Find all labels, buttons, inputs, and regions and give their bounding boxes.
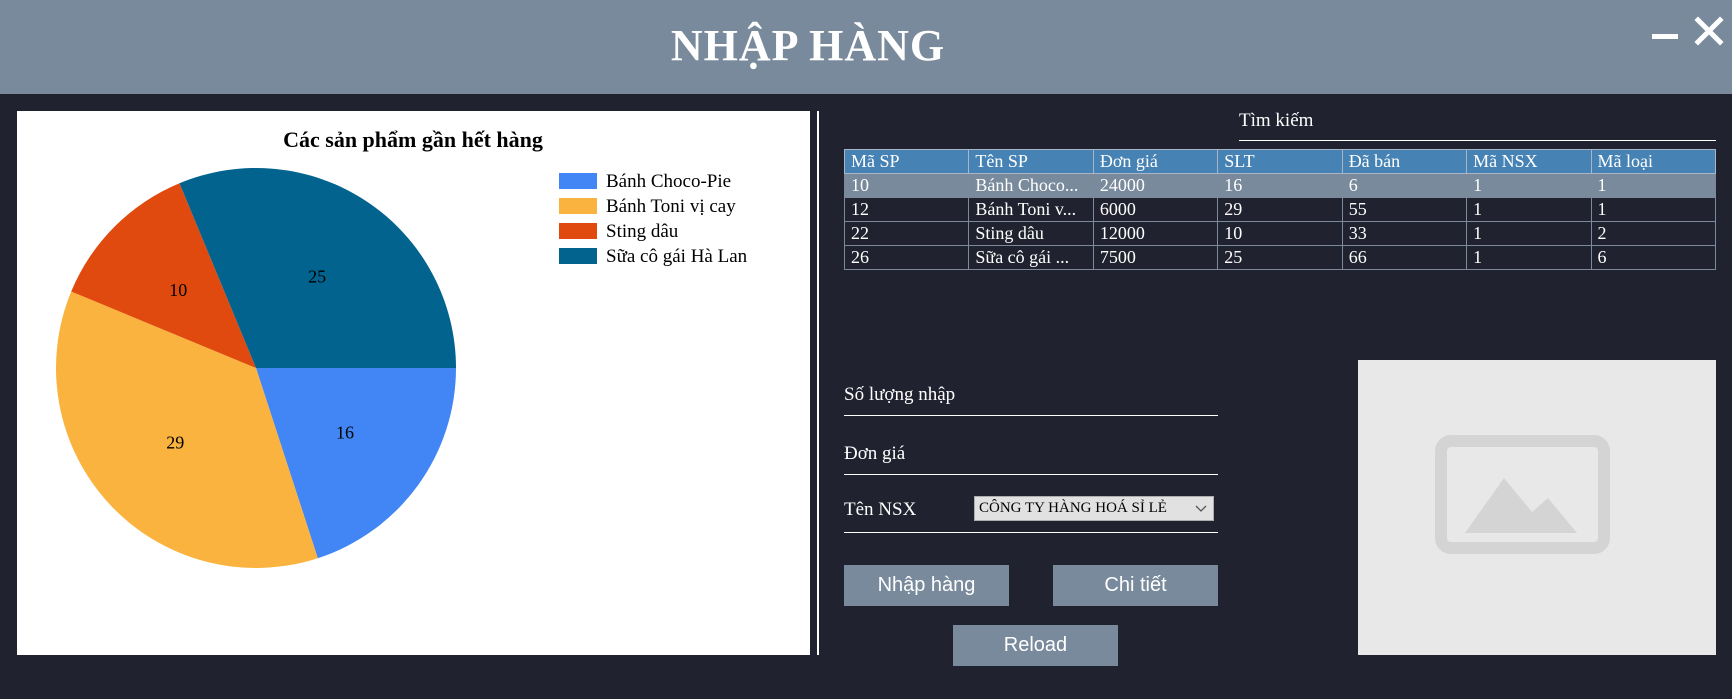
vertical-divider <box>817 111 819 655</box>
table-cell: 6 <box>1341 173 1468 198</box>
search-label[interactable]: Tìm kiếm <box>1239 110 1313 132</box>
chart-title: Các sản phẩm gần hết hàng <box>283 127 543 152</box>
legend-swatch <box>559 223 597 239</box>
table-row[interactable]: 22 Sting dâu 12000 10 33 1 2 <box>843 221 1717 246</box>
table-cell: 33 <box>1341 221 1468 246</box>
table-cell: 24000 <box>1092 173 1219 198</box>
legend-swatch <box>559 198 597 214</box>
legend-swatch <box>559 173 597 189</box>
table-cell: 7500 <box>1092 245 1219 270</box>
pie-slices <box>55 168 456 568</box>
table-cell: 10 <box>1217 221 1343 246</box>
table-cell: Bánh Toni v... <box>968 197 1094 222</box>
table-cell: 29 <box>1217 197 1343 222</box>
chevron-down-icon <box>1195 505 1207 512</box>
reload-button[interactable]: Reload <box>953 625 1118 666</box>
table-cell: 1 <box>1466 245 1592 270</box>
legend-label: Bánh Choco-Pie <box>606 171 731 192</box>
price-underline <box>844 474 1218 475</box>
product-table[interactable]: Mã SP Tên SP Đơn giá SLT Đã bán Mã NSX Mã loại… <box>843 149 1717 270</box>
table-cell: 16 <box>1217 173 1343 198</box>
table-cell: 6 <box>1590 245 1717 270</box>
table-cell: 12000 <box>1092 221 1219 246</box>
column-header[interactable]: Đơn giá <box>1092 149 1219 174</box>
legend-label: Bánh Toni vị cay <box>606 196 736 217</box>
column-header[interactable]: Tên SP <box>968 149 1094 174</box>
table-cell: 12 <box>843 197 970 222</box>
chart-panel: Các sản phẩm gần hết hàng 16 29 10 25 Bánh … <box>17 111 810 655</box>
table-cell: 55 <box>1341 197 1468 222</box>
legend-swatch <box>559 248 597 264</box>
column-header[interactable]: Mã NSX <box>1466 149 1592 174</box>
pie-value-label: 10 <box>169 280 187 300</box>
table-cell: 22 <box>843 221 970 246</box>
legend-label: Sting dâu <box>606 221 679 242</box>
table-cell: 1 <box>1590 173 1717 198</box>
table-cell: 1 <box>1466 173 1592 198</box>
column-header[interactable]: Mã SP <box>843 149 970 174</box>
chart-legend: Bánh Choco-Pie Bánh Toni vị cay Sting dâu S… <box>559 171 748 267</box>
table-cell: Bánh Choco... <box>968 173 1094 198</box>
legend-label: Sữa cô gái Hà Lan <box>606 246 748 267</box>
pie-value-label: 16 <box>336 423 354 443</box>
window-title: NHẬP HÀNG <box>670 21 946 70</box>
detail-button[interactable]: Chi tiết <box>1053 565 1218 606</box>
table-cell: 6000 <box>1092 197 1219 222</box>
search-underline <box>1239 140 1716 141</box>
close-button[interactable] <box>1692 14 1726 48</box>
table-body[interactable]: 10 Bánh Choco... 24000 16 6 1 1 12 Bánh Toni v..… <box>843 173 1717 270</box>
table-row[interactable]: 26 Sữa cô gái ... 7500 25 66 1 6 <box>843 245 1717 270</box>
minimize-button[interactable] <box>1644 14 1682 54</box>
table-row[interactable]: 10 Bánh Choco... 24000 16 6 1 1 <box>843 173 1717 198</box>
table-cell: 1 <box>1590 197 1717 222</box>
table-cell: Sữa cô gái ... <box>968 245 1094 270</box>
qty-input[interactable] <box>985 380 1215 408</box>
price-label: Đơn giá <box>844 443 906 464</box>
title-bar: NHẬP HÀNG <box>0 0 1732 94</box>
minimize-icon <box>1652 34 1678 39</box>
pie-value-label: 29 <box>166 433 184 453</box>
pie-value-label: 25 <box>308 267 326 287</box>
qty-label: Số lượng nhập <box>844 384 956 405</box>
table-cell: 1 <box>1466 197 1592 222</box>
table-row[interactable]: 12 Bánh Toni v... 6000 29 55 1 1 <box>843 197 1717 222</box>
column-header[interactable]: SLT <box>1217 149 1343 174</box>
price-input[interactable] <box>985 439 1215 467</box>
supplier-underline <box>844 532 1218 533</box>
supplier-select[interactable]: CÔNG TY HÀNG HOÁ SỈ LẺ <box>974 496 1214 521</box>
supplier-label: Tên NSX <box>844 499 917 520</box>
close-icon <box>1694 16 1724 46</box>
pie-chart: Các sản phẩm gần hết hàng 16 29 10 25 Bánh … <box>55 127 748 568</box>
import-button[interactable]: Nhập hàng <box>844 565 1009 606</box>
qty-underline <box>844 415 1218 416</box>
column-header[interactable]: Đã bán <box>1341 149 1468 174</box>
supplier-selected-value: CÔNG TY HÀNG HOÁ SỈ LẺ <box>979 500 1167 516</box>
column-header[interactable]: Mã loại <box>1590 149 1717 174</box>
table-cell: 2 <box>1590 221 1717 246</box>
table-cell: 25 <box>1217 245 1343 270</box>
product-image-box[interactable] <box>1358 360 1716 655</box>
table-header-row: Mã SP Tên SP Đơn giá SLT Đã bán Mã NSX Mã loại <box>843 149 1717 174</box>
table-cell: 26 <box>843 245 970 270</box>
image-placeholder-icon <box>1435 435 1610 554</box>
table-cell: 66 <box>1341 245 1468 270</box>
table-cell: 10 <box>843 173 970 198</box>
table-cell: 1 <box>1466 221 1592 246</box>
table-cell: Sting dâu <box>968 221 1094 246</box>
